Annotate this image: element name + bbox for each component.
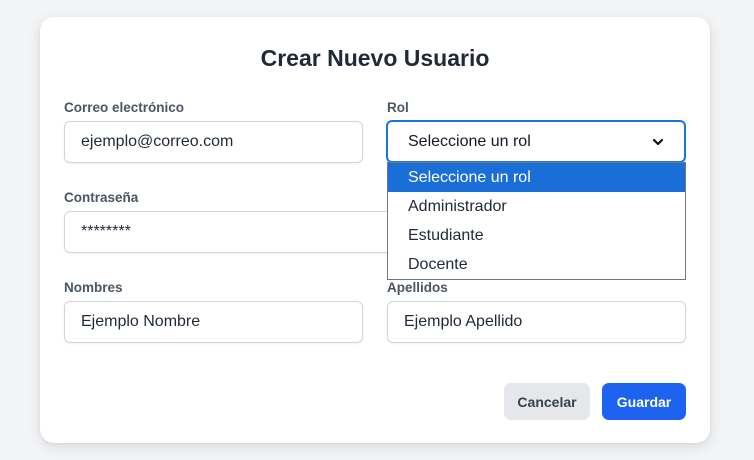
password-field[interactable]: ********: [64, 211, 404, 253]
role-select[interactable]: Seleccione un rol: [386, 120, 686, 163]
last-name-value: Ejemplo Apellido: [404, 313, 523, 330]
create-user-card: Crear Nuevo Usuario Correo electrónico e…: [40, 17, 710, 443]
role-dropdown-list: Seleccione un rol Administrador Estudian…: [387, 162, 686, 280]
email-value: ejemplo@correo.com: [81, 133, 234, 150]
last-name-field[interactable]: Ejemplo Apellido: [387, 301, 686, 343]
first-name-label: Nombres: [64, 280, 123, 295]
first-name-value: Ejemplo Nombre: [81, 313, 201, 330]
email-field[interactable]: ejemplo@correo.com: [64, 121, 363, 163]
role-selected-value: Seleccione un rol: [408, 132, 531, 150]
chevron-down-icon: [652, 138, 664, 145]
email-label: Correo electrónico: [64, 100, 185, 115]
cancel-button[interactable]: Cancelar: [504, 383, 590, 420]
role-option[interactable]: Administrador: [388, 192, 685, 221]
last-name-label: Apellidos: [387, 280, 448, 295]
save-button[interactable]: Guardar: [602, 383, 686, 420]
role-label: Rol: [387, 100, 409, 115]
first-name-field[interactable]: Ejemplo Nombre: [64, 301, 363, 343]
password-value: ********: [81, 223, 131, 240]
role-option[interactable]: Docente: [388, 250, 685, 279]
form-title: Crear Nuevo Usuario: [260, 45, 490, 71]
password-label: Contraseña: [64, 190, 139, 205]
role-option[interactable]: Estudiante: [388, 221, 685, 250]
role-option[interactable]: Seleccione un rol: [388, 163, 685, 192]
